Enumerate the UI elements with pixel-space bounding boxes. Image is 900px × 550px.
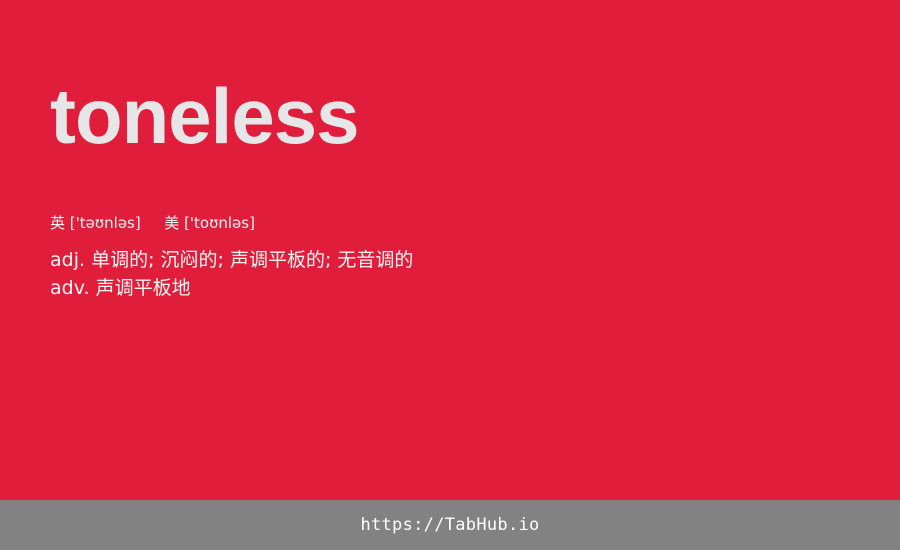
part-of-speech: adj. [50, 249, 86, 271]
word-card: toneless 英 ['təʊnləs] 美 ['toʊnləs] adj. … [0, 0, 900, 500]
uk-label: 英 [50, 214, 66, 232]
site-url-link[interactable]: https://TabHub.io [360, 515, 539, 535]
definition-item: adj. 单调的; 沉闷的; 声调平板的; 无音调的 [50, 246, 413, 274]
uk-ipa: ['təʊnləs] [69, 214, 141, 232]
definition-text: 声调平板地 [95, 277, 191, 299]
definition-item: adv. 声调平板地 [50, 274, 413, 302]
definition-text: 单调的; 沉闷的; 声调平板的; 无音调的 [91, 249, 414, 271]
definitions-list: adj. 单调的; 沉闷的; 声调平板的; 无音调的 adv. 声调平板地 [50, 246, 413, 302]
us-label: 美 [164, 214, 180, 232]
footer-bar: https://TabHub.io [0, 500, 900, 550]
headword: toneless [50, 72, 359, 160]
part-of-speech: adv. [50, 277, 90, 299]
pronunciation-row: 英 ['təʊnləs] 美 ['toʊnləs] [50, 212, 255, 234]
us-ipa: ['toʊnləs] [184, 214, 255, 232]
